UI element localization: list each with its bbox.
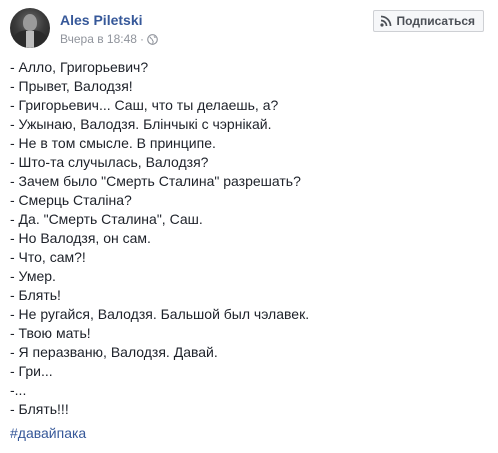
post-timestamp[interactable]: Вчера в 18:48 [60, 31, 137, 47]
post-line: - Я перазваню, Валодзя. Давай. [10, 344, 218, 360]
post-line: - Гри... [10, 363, 53, 379]
post-meta: Ales Piletski Вчера в 18:48 · [60, 12, 158, 47]
post-line: - Зачем было "Смерть Сталина" разрешать? [10, 173, 301, 189]
post-line: - Не в том смысле. В принципе. [10, 135, 216, 151]
post-line: - Не ругайся, Валодзя. Бальшой был чэлав… [10, 306, 310, 322]
subscribe-label: Подписаться [396, 14, 475, 28]
post-line: - Алло, Григорьевич? [10, 59, 149, 75]
post-line: - Да. "Смерть Сталина", Саш. [10, 211, 203, 227]
post-line: - Ужынаю, Валодзя. Блінчыкі с чэрнікай. [10, 116, 272, 132]
post-line: -... [10, 382, 27, 398]
post-line: - Што-та случылась, Валодзя? [10, 154, 209, 170]
post-line: - Блять! [10, 287, 61, 303]
post-line: - Прывет, Валодзя! [10, 78, 133, 94]
avatar-head [23, 14, 37, 31]
author-name[interactable]: Ales Piletski [60, 12, 158, 29]
post-card: Ales Piletski Вчера в 18:48 · Подписатьс… [0, 0, 498, 453]
post-line: - Твою мать! [10, 325, 91, 341]
post-subline: Вчера в 18:48 · [60, 31, 158, 47]
rss-icon [379, 15, 391, 27]
post-line: - Смерць Сталіна? [10, 192, 132, 208]
post-line: - Блять!!! [10, 401, 69, 417]
post-line: - Что, сам?! [10, 249, 86, 265]
post-line: - Григорьевич... Саш, что ты делаешь, а? [10, 97, 279, 113]
post-line: - Но Валодзя, он сам. [10, 230, 151, 246]
hashtag-link[interactable]: #давайпака [10, 424, 488, 443]
post-line: - Умер. [10, 268, 56, 284]
author-avatar[interactable] [10, 8, 50, 48]
post-body: - Алло, Григорьевич? - Прывет, Валодзя! … [10, 58, 488, 443]
avatar-shirt [26, 31, 34, 48]
globe-icon[interactable] [147, 33, 158, 45]
meta-separator: · [139, 32, 144, 46]
post-header: Ales Piletski Вчера в 18:48 · [10, 8, 158, 50]
subscribe-button[interactable]: Подписаться [372, 10, 484, 32]
